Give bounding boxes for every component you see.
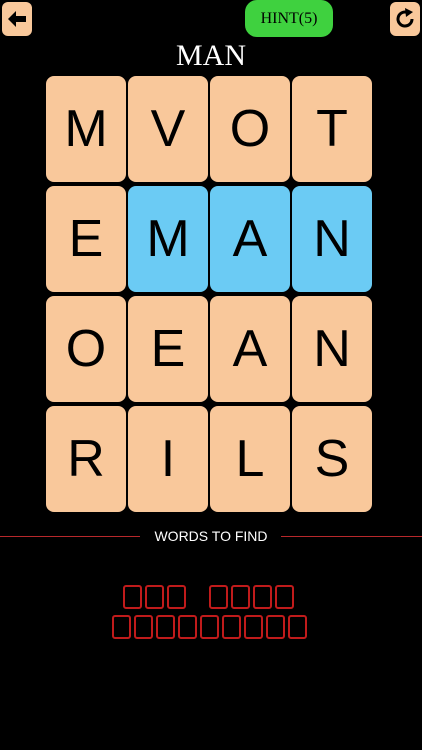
letter-tile[interactable]: I <box>128 406 208 512</box>
letter-slot <box>253 585 272 609</box>
letter-tile[interactable]: A <box>210 186 290 292</box>
letter-tile[interactable]: O <box>210 76 290 182</box>
word-gap <box>189 585 209 609</box>
letter-slot <box>145 585 164 609</box>
letter-tile[interactable]: O <box>46 296 126 402</box>
refresh-button[interactable] <box>390 2 420 36</box>
letter-slot <box>134 615 153 639</box>
letter-slot <box>200 615 219 639</box>
refresh-icon <box>396 8 414 28</box>
letter-tile[interactable]: V <box>128 76 208 182</box>
letter-tile[interactable]: M <box>46 76 126 182</box>
letter-slot <box>112 615 131 639</box>
letter-tile[interactable]: T <box>292 76 372 182</box>
words-to-find-header: WORDS TO FIND <box>0 526 422 546</box>
letter-tile[interactable]: L <box>210 406 290 512</box>
letter-tile[interactable]: N <box>292 186 372 292</box>
current-word: MAN <box>175 39 246 72</box>
letter-slot <box>244 615 263 639</box>
letter-tile[interactable]: R <box>46 406 126 512</box>
word-slots-row <box>112 615 310 639</box>
letter-grid: MVOTEMANOEANRILS <box>46 76 372 512</box>
letter-slot <box>123 585 142 609</box>
word-slots-row <box>123 585 297 609</box>
letter-slot <box>275 585 294 609</box>
letter-tile[interactable]: S <box>292 406 372 512</box>
hint-label: HINT(5) <box>260 9 318 27</box>
letter-tile[interactable]: E <box>128 296 208 402</box>
letter-tile[interactable]: A <box>210 296 290 402</box>
letter-slot <box>209 585 228 609</box>
hint-button[interactable]: HINT(5) <box>245 0 333 37</box>
letter-slot <box>231 585 250 609</box>
letter-slot <box>222 615 241 639</box>
letter-slot <box>178 615 197 639</box>
letter-tile[interactable]: E <box>46 186 126 292</box>
back-button[interactable] <box>2 2 32 36</box>
letter-slot <box>288 615 307 639</box>
arrow-left-icon <box>8 11 26 27</box>
letter-slot <box>156 615 175 639</box>
letter-slot <box>167 585 186 609</box>
letter-slot <box>266 615 285 639</box>
divider-right <box>281 536 422 537</box>
letter-tile[interactable]: M <box>128 186 208 292</box>
letter-tile[interactable]: N <box>292 296 372 402</box>
